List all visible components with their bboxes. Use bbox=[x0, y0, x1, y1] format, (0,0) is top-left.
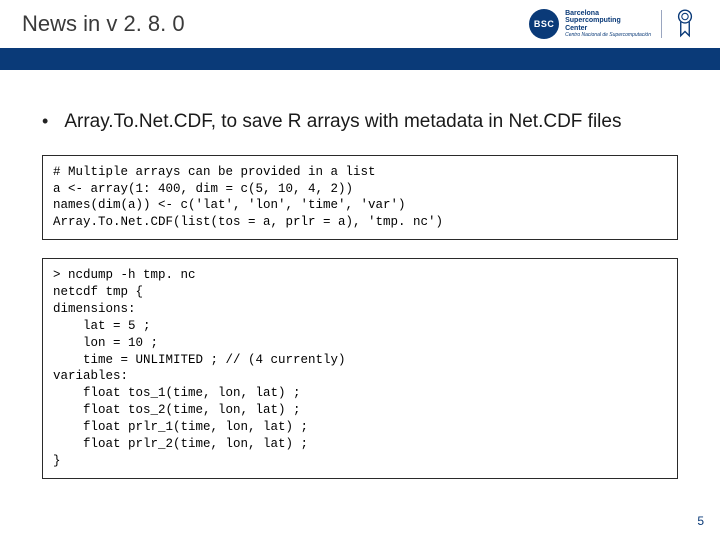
logo-separator bbox=[661, 10, 662, 38]
content-area: • Array.To.Net.CDF, to save R arrays wit… bbox=[0, 70, 720, 479]
code-box-1: # Multiple arrays can be provided in a l… bbox=[42, 155, 678, 241]
header-band bbox=[0, 48, 720, 70]
page-number: 5 bbox=[697, 514, 704, 528]
bullet-row: • Array.To.Net.CDF, to save R arrays wit… bbox=[30, 110, 690, 135]
slide-title: News in v 2. 8. 0 bbox=[22, 11, 185, 37]
logo-abbr: BSC bbox=[534, 19, 555, 29]
logo-sub: Centro Nacional de Supercomputación bbox=[565, 33, 651, 39]
bullet-text: Array.To.Net.CDF, to save R arrays with … bbox=[64, 110, 621, 135]
logo-line1: Barcelona bbox=[565, 10, 651, 18]
seal-icon bbox=[672, 8, 698, 40]
bsc-logo-icon: BSC bbox=[529, 9, 559, 39]
logo-block: BSC Barcelona Supercomputing Center Cent… bbox=[529, 8, 698, 40]
code-box-2: > ncdump -h tmp. nc netcdf tmp { dimensi… bbox=[42, 258, 678, 479]
title-bar: News in v 2. 8. 0 BSC Barcelona Supercom… bbox=[0, 0, 720, 48]
logo-text: Barcelona Supercomputing Center Centro N… bbox=[565, 10, 651, 39]
logo-line2: Supercomputing bbox=[565, 17, 651, 25]
bullet-marker: • bbox=[42, 110, 48, 133]
